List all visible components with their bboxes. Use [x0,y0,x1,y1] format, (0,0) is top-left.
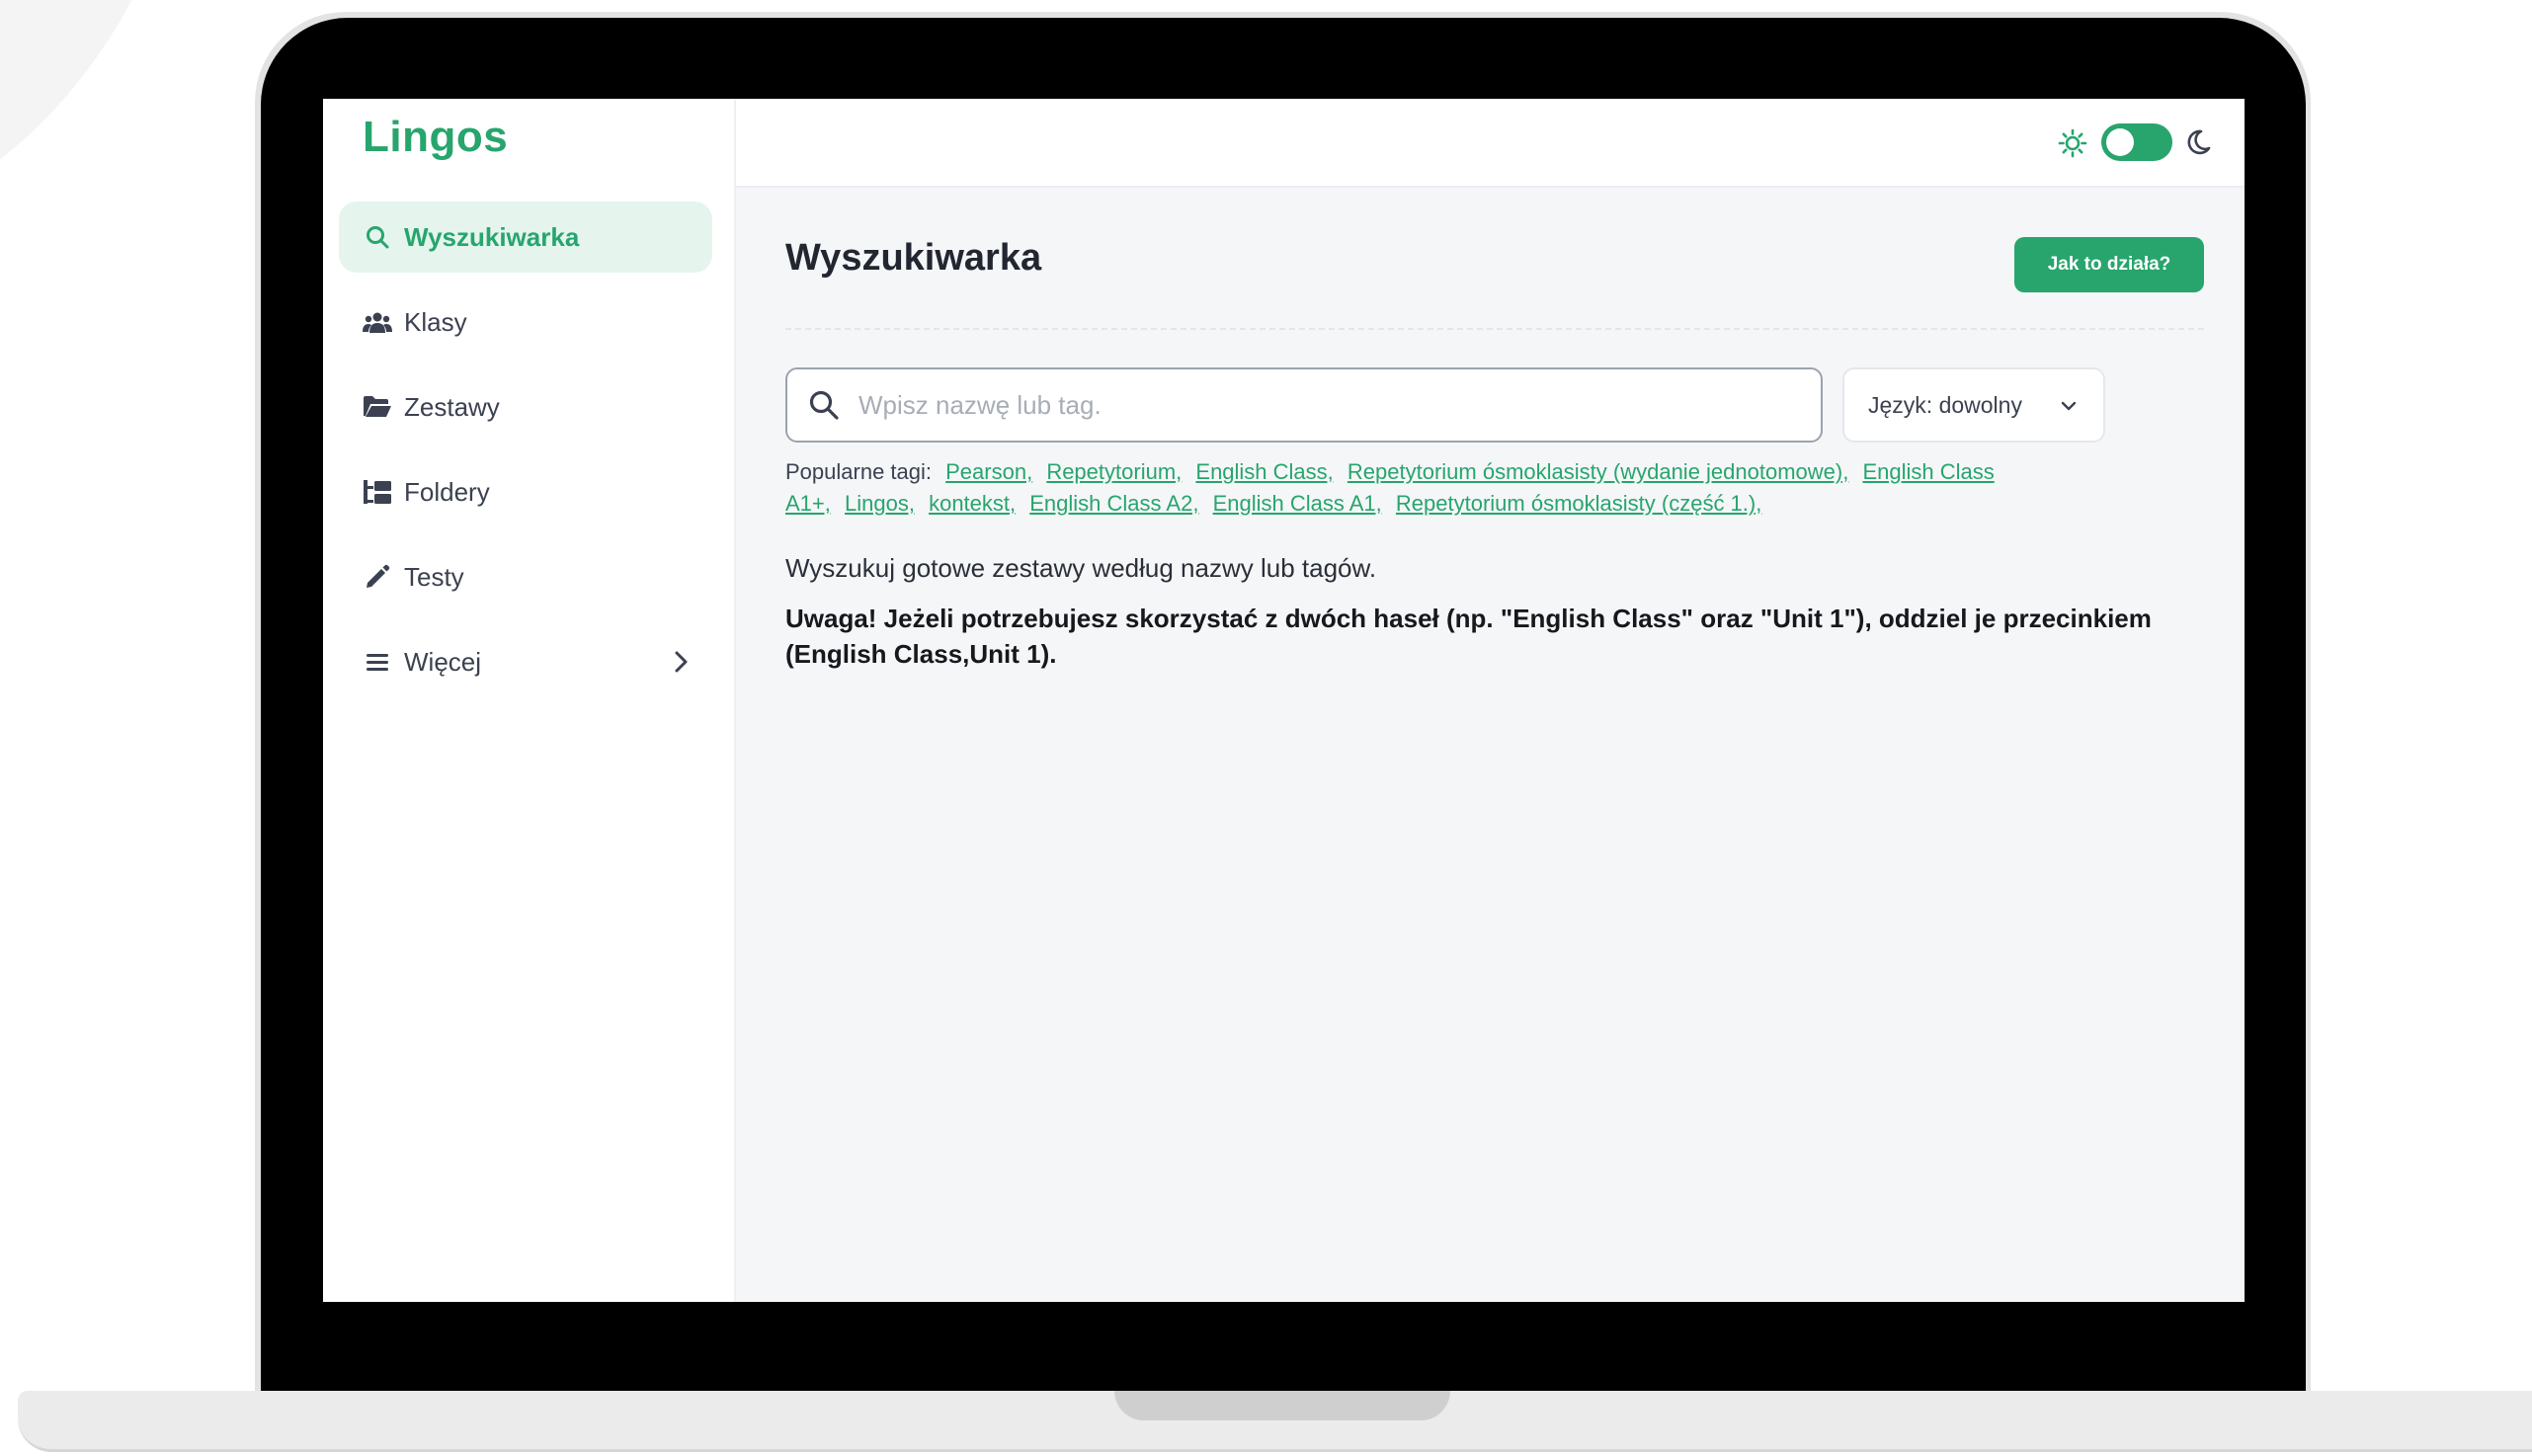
folder-tree-icon [363,477,392,507]
users-icon [363,307,392,337]
tag-link[interactable]: kontekst, [929,491,1016,516]
sidebar-item-label: Zestawy [404,391,500,422]
folder-open-icon [363,392,392,422]
tag-link[interactable]: Lingos, [845,491,915,516]
tag-link[interactable]: English Class A1, [1213,491,1382,516]
sidebar-item-testy[interactable]: Testy [339,541,712,612]
language-select[interactable]: Język: dowolny [1842,367,2105,443]
sidebar-item-wyszukiwarka[interactable]: Wyszukiwarka [339,202,712,273]
main-content: Wyszukiwarka Jak to działa? Język: dowol… [736,99,2245,1302]
app-logo[interactable]: Lingos [363,113,508,162]
tag-link[interactable]: English Class, [1195,459,1333,484]
search-icon [363,222,392,252]
popular-tags-label: Popularne tagi: [785,459,932,484]
topbar [736,99,2245,188]
sidebar-item-wiecej[interactable]: Więcej [339,626,712,697]
sidebar-item-label: Wyszukiwarka [404,221,580,252]
language-select-value: Język: dowolny [1868,391,2022,418]
tag-link[interactable]: Repetytorium ósmoklasisty (wydanie jedno… [1348,459,1848,484]
sidebar-item-zestawy[interactable]: Zestawy [339,371,712,443]
search-field[interactable] [785,367,1823,443]
tag-link[interactable]: Repetytorium, [1046,459,1182,484]
background-decoration [0,0,198,247]
sidebar: Lingos Wyszukiwarka Klasy Zestawy Folder… [323,99,736,1302]
tag-link[interactable]: English Class A2, [1029,491,1198,516]
popular-tags: Popularne tagi: Pearson, Repetytorium, E… [785,456,2109,520]
tag-link[interactable]: A1+, [785,491,831,516]
moon-icon [2184,128,2212,156]
chevron-right-icon [667,648,694,676]
menu-icon [363,647,392,677]
sidebar-item-klasy[interactable]: Klasy [339,286,712,358]
tag-link[interactable]: Pearson, [945,459,1032,484]
tag-link[interactable]: English Class [1862,459,1994,484]
laptop-notch [1114,1391,1450,1420]
sidebar-item-label: Więcej [404,646,482,677]
search-warning: Uwaga! Jeżeli potrzebujesz skorzystać z … [785,604,2152,669]
mockup-stage: Lingos Wyszukiwarka Klasy Zestawy Folder… [0,0,2532,1456]
chevron-down-icon [2058,395,2080,417]
sidebar-item-label: Foldery [404,476,490,507]
tag-link[interactable]: Repetytorium ósmoklasisty (część 1.), [1396,491,1761,516]
sidebar-item-label: Klasy [404,306,467,337]
divider [785,328,2204,330]
sidebar-item-foldery[interactable]: Foldery [339,456,712,527]
app-screen: Lingos Wyszukiwarka Klasy Zestawy Folder… [323,99,2245,1302]
how-it-works-button[interactable]: Jak to działa? [2014,237,2204,292]
theme-toggle[interactable] [2101,123,2172,161]
pencil-icon [363,562,392,592]
page-title: Wyszukiwarka [785,237,1042,279]
toggle-knob [2106,128,2134,156]
search-description: Wyszukuj gotowe zestawy według nazwy lub… [785,553,1377,583]
sun-icon [2058,128,2087,158]
search-icon [807,388,841,422]
sidebar-item-label: Testy [404,561,464,592]
search-input[interactable] [857,388,1809,422]
